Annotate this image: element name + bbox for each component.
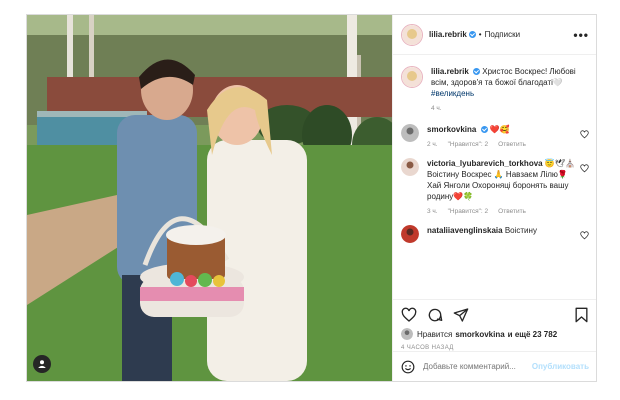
post-header: lilia.rebrik • Подписки ••• (393, 15, 596, 55)
caption-meta: 4 ч. (431, 103, 581, 114)
comment-meta: 3 ч. "Нравится": 2 Ответить (427, 206, 577, 217)
comment-likes[interactable]: "Нравится": 2 (448, 206, 489, 217)
avatar[interactable] (401, 124, 419, 142)
comment-time: 2 ч. (427, 141, 438, 148)
caption-text: lilia.rebrik Христос Воскрес! Любові всі… (431, 66, 581, 99)
comment-meta: 2 ч. "Нравится": 2 Ответить (427, 139, 577, 150)
verified-badge-icon (468, 31, 476, 38)
likes-summary: Нравится smorkovkina и ещё 23 782 (401, 328, 589, 340)
likes-user[interactable]: smorkovkina (455, 330, 504, 339)
avatar[interactable] (401, 66, 423, 88)
avatar[interactable] (401, 23, 423, 46)
comment-text: nataliiavenglinskaia Воістину (427, 225, 577, 236)
heart-icon[interactable] (580, 130, 589, 139)
bookmark-icon[interactable] (574, 307, 589, 323)
reply-button[interactable]: Ответить (498, 206, 526, 217)
likes-prefix: Нравится (417, 329, 453, 339)
user-tag-icon[interactable] (33, 355, 51, 373)
comment-body: nataliiavenglinskaia Воістину (427, 225, 577, 236)
verified-badge-icon (473, 68, 481, 76)
separator-dot: • (478, 30, 482, 39)
comment-icon[interactable] (427, 307, 443, 323)
comment-message: ❤️🥰 (489, 125, 510, 134)
verified-badge-icon (480, 126, 488, 134)
avatar[interactable] (401, 328, 413, 340)
header-username[interactable]: lilia.rebrik (429, 30, 467, 39)
post-photo[interactable] (27, 15, 392, 381)
comment-time: 3 ч. (427, 208, 438, 215)
share-icon[interactable] (453, 307, 469, 323)
publish-button[interactable]: Опубликовать (532, 362, 589, 371)
likes-count[interactable]: и ещё 23 782 (508, 330, 557, 339)
comment-item: victoria_lyubarevich_torkhova 😇🕊⛪ Воісти… (401, 158, 589, 217)
caption-time: 4 ч. (431, 105, 442, 112)
heart-icon[interactable] (401, 307, 417, 323)
comment-message: Воістину (504, 226, 537, 235)
comment-username[interactable]: smorkovkina (427, 125, 476, 134)
comment-likes[interactable]: "Нравится": 2 (448, 139, 489, 150)
action-bar (401, 306, 589, 324)
post-modal: lilia.rebrik • Подписки ••• lilia.rebrik (26, 14, 597, 382)
comment-item: nataliiavenglinskaia Воістину (401, 225, 589, 243)
avatar[interactable] (401, 158, 419, 176)
heart-icon[interactable] (580, 231, 589, 240)
following-button[interactable]: Подписки (485, 30, 520, 39)
post-sidebar: lilia.rebrik • Подписки ••• lilia.rebrik (392, 15, 596, 381)
comment-item: smorkovkina ❤️🥰 2 ч. "Нравится": 2 Ответ… (401, 124, 589, 150)
comment-username[interactable]: nataliiavenglinskaia (427, 226, 503, 235)
caption-body: lilia.rebrik Христос Воскрес! Любові всі… (431, 66, 581, 114)
comment-body: smorkovkina ❤️🥰 2 ч. "Нравится": 2 Ответ… (427, 124, 577, 150)
comment-text: smorkovkina ❤️🥰 (427, 124, 577, 135)
comment-text: victoria_lyubarevich_torkhova 😇🕊⛪ Воісти… (427, 158, 577, 202)
emoji-icon[interactable] (401, 360, 415, 374)
heart-icon[interactable] (580, 164, 589, 173)
caption: lilia.rebrik Христос Воскрес! Любові всі… (401, 66, 589, 114)
comment-input[interactable] (423, 362, 531, 371)
avatar[interactable] (401, 225, 419, 243)
photo-illustration (27, 15, 392, 381)
comment-username[interactable]: victoria_lyubarevich_torkhova (427, 159, 543, 168)
caption-username[interactable]: lilia.rebrik (431, 67, 469, 76)
post-actions: Нравится smorkovkina и ещё 23 782 4 ЧАСО… (393, 299, 596, 351)
more-icon[interactable]: ••• (573, 28, 589, 42)
hashtag-link[interactable]: #великдень (431, 89, 474, 98)
comment-body: victoria_lyubarevich_torkhova 😇🕊⛪ Воісти… (427, 158, 577, 217)
comments-list: lilia.rebrik Христос Воскрес! Любові всі… (393, 56, 596, 299)
add-comment-bar: Опубликовать (393, 351, 596, 381)
reply-button[interactable]: Ответить (498, 139, 526, 150)
